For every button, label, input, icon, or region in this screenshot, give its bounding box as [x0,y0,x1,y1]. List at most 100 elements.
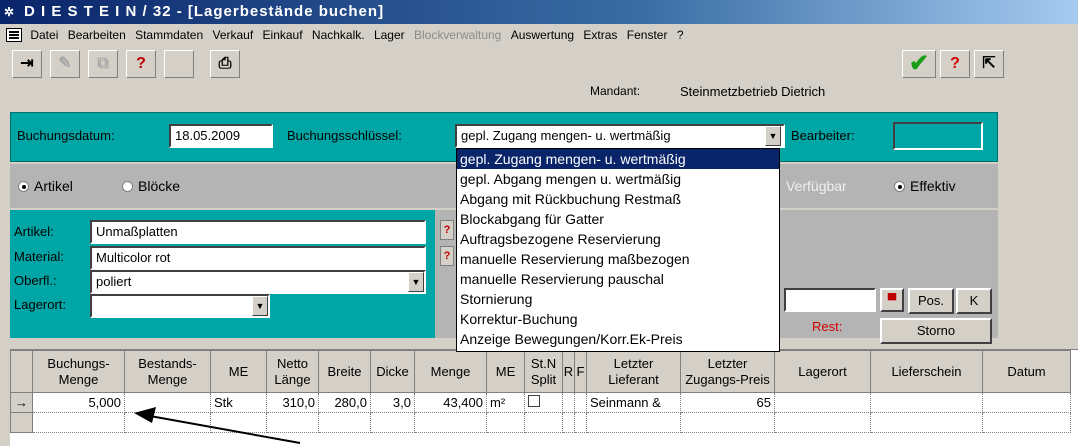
menu-nachkalk[interactable]: Nachkalk. [309,24,368,46]
column-header[interactable]: Menge [414,350,487,393]
dropdown-option[interactable]: Korrektur-Buchung [457,309,779,329]
radio-artikel[interactable]: Artikel [18,178,73,194]
buchungsschluessel-select[interactable]: gepl. Zugang mengen- u. wertmäßig [455,124,785,148]
menu-stammdaten[interactable]: Stammdaten [132,24,206,46]
table-cell[interactable] [574,392,587,413]
row-indicator[interactable] [10,412,33,433]
column-header[interactable]: ME [486,350,525,393]
table-cell[interactable] [982,392,1071,413]
table-cell[interactable] [562,392,575,413]
table-cell[interactable] [414,412,487,433]
column-header[interactable]: Lieferschein [870,350,983,393]
menu-blockverwaltung: Blockverwaltung [413,28,502,42]
menu-bearbeiten[interactable]: Bearbeiten [65,24,129,46]
table-cell[interactable] [680,412,775,433]
table-cell[interactable]: 43,400 [414,392,487,413]
window-title: D I E S T E I N / 32 - [Lagerbestände bu… [24,3,385,20]
dropdown-option[interactable]: Abgang mit Rückbuchung Restmaß [457,189,779,209]
table-cell[interactable]: Seinmann & [586,392,681,413]
help-query-icon[interactable]: ? [126,50,156,78]
oberflaeche-select[interactable]: poliert [90,270,426,294]
material-lookup-icon[interactable]: ? [440,246,454,266]
table-cell[interactable] [318,412,371,433]
radio-bloecke[interactable]: Blöcke [122,178,180,194]
dropdown-option[interactable]: Anzeige Bewegungen/Korr.Ek-Preis [457,329,779,349]
menu-auswertung[interactable]: Auswertung [508,24,577,46]
table-cell[interactable]: 3,0 [370,392,415,413]
column-header[interactable]: St.N Split [524,350,563,393]
lagerort-select[interactable] [90,294,270,318]
radio-effektiv[interactable]: Effektiv [894,178,956,194]
chevron-down-icon[interactable]: ▼ [408,272,424,292]
buchungsschluessel-dropdown-list[interactable]: gepl. Zugang mengen- u. wertmäßig gepl. … [456,148,780,352]
help-icon[interactable]: ? [940,50,970,78]
chevron-down-icon[interactable]: ▼ [252,296,268,316]
dropdown-option[interactable]: manuelle Reservierung pauschal [457,269,779,289]
artikel-lookup-icon[interactable]: ? [440,220,454,240]
table-cell[interactable] [32,412,125,433]
radio-verfuegbar[interactable]: Verfügbar [786,178,847,194]
dropdown-option[interactable]: Auftragsbezogene Reservierung [457,229,779,249]
table-cell[interactable] [486,412,525,433]
column-header[interactable]: Datum [982,350,1071,393]
table-cell[interactable]: 280,0 [318,392,371,413]
position-field[interactable] [784,288,876,312]
column-header[interactable]: Netto Länge [266,350,319,393]
menu-help[interactable]: ? [674,24,687,46]
column-header[interactable]: Bestands- Menge [124,350,211,393]
table-cell[interactable]: m² [486,392,525,413]
folder-icon[interactable]: ▀ [880,288,904,312]
bearbeiter-field[interactable] [893,122,983,150]
pos-button[interactable]: Pos. [908,288,954,314]
dropdown-option[interactable]: gepl. Zugang mengen- u. wertmäßig [457,149,779,169]
table-cell[interactable] [370,412,415,433]
table-cell[interactable] [982,412,1071,433]
row-pointer-icon[interactable]: → [10,392,33,413]
print-icon[interactable]: ⎙ [210,50,240,78]
column-header[interactable]: Letzter Zugangs-Preis [680,350,775,393]
menu-lager[interactable]: Lager [371,24,408,46]
buchungsdatum-field[interactable]: 18.05.2009 [169,124,273,148]
table-cell[interactable]: 65 [680,392,775,413]
insert-row-icon[interactable]: ⇥ [12,50,42,78]
split-checkbox[interactable] [528,394,540,407]
ok-check-icon[interactable]: ✔ [902,50,936,78]
table-cell[interactable] [574,412,587,433]
column-header[interactable]: F [574,350,587,393]
chevron-down-icon[interactable]: ▼ [765,126,781,146]
table-cell[interactable] [774,412,871,433]
table-cell[interactable]: 5,000 [32,392,125,413]
column-header[interactable]: Dicke [370,350,415,393]
menu-fenster[interactable]: Fenster [624,24,671,46]
app-icon[interactable]: ✲ [4,4,20,20]
dropdown-option[interactable]: Blockabgang für Gatter [457,209,779,229]
column-header[interactable]: Lagerort [774,350,871,393]
column-header[interactable]: ME [210,350,267,393]
menu-extras[interactable]: Extras [580,24,620,46]
column-header[interactable]: Breite [318,350,371,393]
exit-door-icon[interactable]: ⇱ [974,50,1004,78]
k-button[interactable]: K [956,288,992,314]
dropdown-option[interactable]: gepl. Abgang mengen u. wertmäßig [457,169,779,189]
menu-einkauf[interactable]: Einkauf [260,24,306,46]
menu-verkauf[interactable]: Verkauf [209,24,256,46]
menu-datei[interactable]: Datei [27,24,61,46]
artikel-field[interactable]: Unmaßplatten [90,220,426,244]
table-cell[interactable] [524,392,563,413]
table-cell[interactable] [562,412,575,433]
table-cell[interactable] [870,392,983,413]
table-cell[interactable] [586,412,681,433]
material-field[interactable]: Multicolor rot [90,246,426,270]
radio-on-icon [18,181,29,192]
dropdown-option[interactable]: manuelle Reservierung maßbezogen [457,249,779,269]
column-header[interactable]: Letzter Lieferant [586,350,681,393]
table-cell[interactable] [870,412,983,433]
table-cell[interactable] [524,412,563,433]
table-cell[interactable] [774,392,871,413]
storno-button[interactable]: Storno [880,318,992,344]
article-fields-panel: Artikel: Unmaßplatten Material: Multicol… [10,210,435,338]
document-menu-icon[interactable] [6,28,22,42]
column-header[interactable]: Buchungs- Menge [32,350,125,393]
column-header[interactable]: R [562,350,575,393]
dropdown-option[interactable]: Stornierung [457,289,779,309]
